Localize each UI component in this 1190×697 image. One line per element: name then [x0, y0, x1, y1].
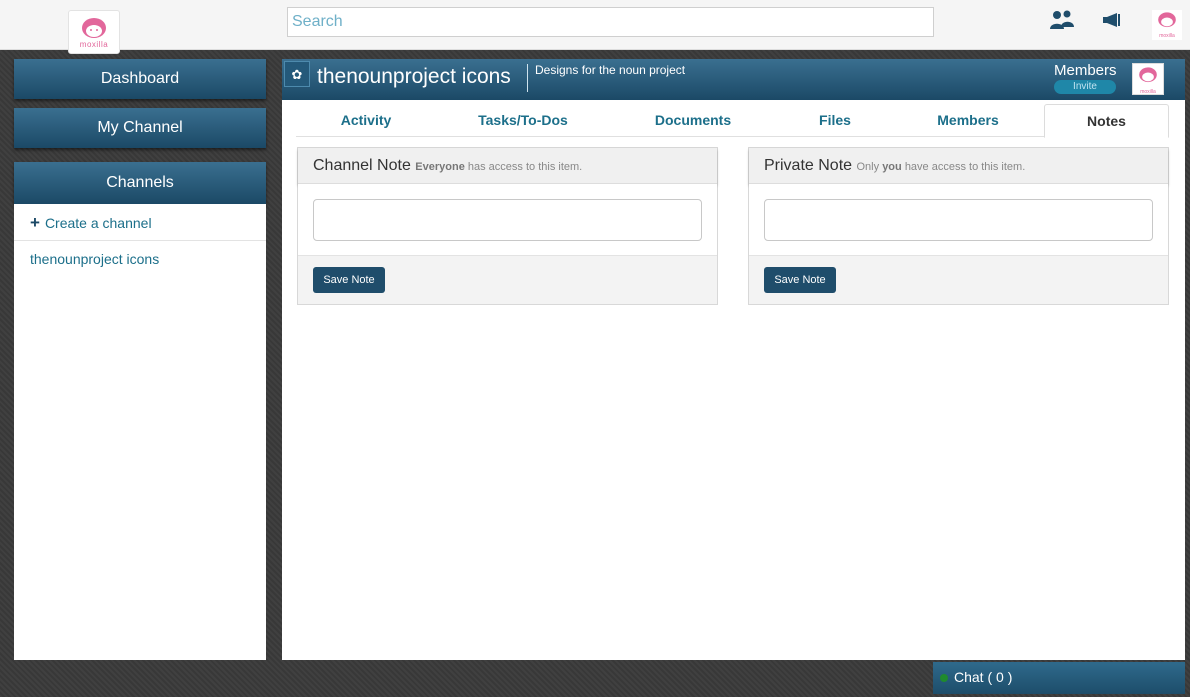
gear-icon[interactable]: ✿	[284, 61, 310, 87]
sidebar-item-thenounproject-icons[interactable]: thenounproject icons	[14, 241, 266, 278]
channels-button[interactable]: Channels	[14, 162, 266, 204]
card-title: Private Note	[764, 157, 853, 174]
megaphone-icon[interactable]	[1102, 12, 1122, 28]
card-header: Channel Note Everyone has access to this…	[298, 148, 717, 184]
member-avatar[interactable]: moxilla	[1132, 63, 1164, 95]
tab-files[interactable]: Files	[796, 104, 874, 137]
top-bar: moxilla moxilla	[0, 0, 1190, 54]
logo-text: moxilla	[79, 40, 109, 49]
access-scope-suffix: has access to this item.	[467, 161, 583, 173]
card-body	[749, 184, 1168, 256]
card-footer: Save Note	[298, 256, 717, 293]
search-input[interactable]	[287, 7, 934, 37]
header-divider	[527, 64, 528, 92]
user-avatar[interactable]: moxilla	[1152, 10, 1182, 40]
channel-note-input[interactable]	[313, 199, 702, 241]
invite-button[interactable]: Invite	[1054, 80, 1116, 94]
private-note-input[interactable]	[764, 199, 1153, 241]
access-scope-suffix: have access to this item.	[904, 161, 1026, 173]
chat-bar[interactable]: Chat ( 0 )	[933, 662, 1185, 694]
save-channel-note-button[interactable]: Save Note	[313, 267, 385, 293]
card-body	[298, 184, 717, 256]
chat-label: Chat ( 0 )	[954, 669, 1013, 685]
plus-icon: +	[30, 213, 40, 232]
access-scope: you	[882, 161, 902, 173]
create-channel-label: Create a channel	[44, 215, 152, 231]
card-header: Private Note Only you have access to thi…	[749, 148, 1168, 184]
people-icon[interactable]	[1049, 10, 1075, 30]
access-scope-prefix: Only	[856, 161, 880, 173]
channel-tabs: Activity Tasks/To-Dos Documents Files Me…	[296, 104, 1169, 138]
tab-documents[interactable]: Documents	[622, 104, 764, 137]
card-access-text: Everyone has access to this item.	[415, 161, 582, 173]
private-note-card: Private Note Only you have access to thi…	[748, 147, 1169, 305]
tab-members[interactable]: Members	[926, 104, 1010, 137]
card-title: Channel Note	[313, 157, 411, 174]
channel-header: ✿ thenounproject icons Designs for the n…	[282, 59, 1185, 100]
create-channel-link[interactable]: + Create a channel	[14, 204, 266, 241]
moxilla-face-icon	[1158, 12, 1176, 28]
tab-activity[interactable]: Activity	[296, 104, 436, 137]
avatar-brand-text: moxilla	[1140, 89, 1156, 95]
save-private-note-button[interactable]: Save Note	[764, 267, 836, 293]
card-access-text: Only you have access to this item.	[857, 161, 1026, 173]
tab-notes[interactable]: Notes	[1044, 104, 1169, 138]
sidebar: Dashboard My Channel Channels + Create a …	[14, 59, 266, 660]
card-footer: Save Note	[749, 256, 1168, 293]
online-status-dot	[940, 674, 948, 682]
moxilla-face-icon	[1139, 67, 1157, 83]
channels-list: + Create a channel thenounproject icons	[14, 204, 266, 660]
channel-title: thenounproject icons	[317, 65, 511, 88]
main-panel: ✿ thenounproject icons Designs for the n…	[282, 59, 1185, 660]
tab-tasks-todos[interactable]: Tasks/To-Dos	[446, 104, 600, 137]
moxilla-face-icon	[82, 18, 106, 38]
channel-description: Designs for the noun project	[535, 63, 686, 77]
members-label: Members	[1054, 62, 1117, 79]
access-scope: Everyone	[415, 161, 465, 173]
avatar-brand-text: moxilla	[1159, 33, 1175, 39]
my-channel-button[interactable]: My Channel	[14, 108, 266, 148]
moxilla-logo[interactable]: moxilla	[68, 10, 120, 54]
dashboard-button[interactable]: Dashboard	[14, 59, 266, 99]
channel-note-card: Channel Note Everyone has access to this…	[297, 147, 718, 305]
